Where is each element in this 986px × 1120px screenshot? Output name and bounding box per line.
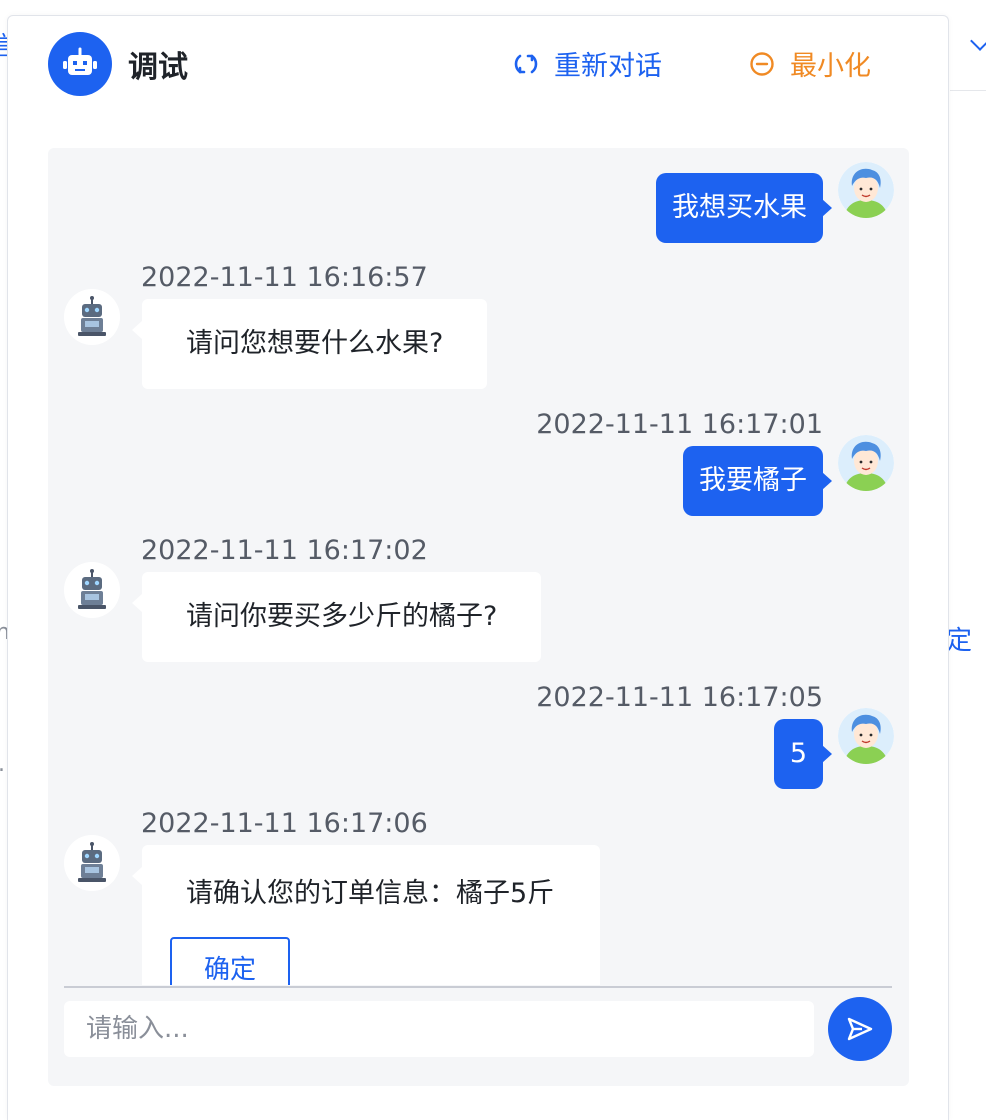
composer-divider <box>64 986 892 988</box>
debug-chat-panel: 调试 重新对话 最小化 我想买水果 2022-11-11 16:16:57 请问… <box>7 15 949 1120</box>
minus-circle-icon <box>748 50 776 78</box>
user-avatar <box>838 435 894 491</box>
restart-conversation-label: 重新对话 <box>554 51 662 82</box>
message-timestamp: 2022-11-11 16:17:01 <box>536 409 823 440</box>
robot-icon <box>48 32 112 96</box>
user-message-bubble: 我要橘子 <box>683 446 832 516</box>
minimize-button[interactable]: 最小化 <box>748 44 871 83</box>
user-message-bubble: 我想买水果 <box>656 173 832 243</box>
background-text-fragment: 定 <box>946 626 973 656</box>
send-icon <box>847 1017 873 1041</box>
background-text-fragment: . <box>0 752 5 777</box>
bot-avatar <box>64 289 120 345</box>
panel-header: 调试 重新对话 最小化 <box>8 16 948 112</box>
bot-message-bubble: 请确认您的订单信息：橘子5斤 确定 <box>132 845 600 985</box>
refresh-icon <box>512 50 540 78</box>
message-list[interactable]: 我想买水果 2022-11-11 16:16:57 请问您想要什么水果? 202… <box>48 148 909 985</box>
bot-avatar <box>64 562 120 618</box>
message-input[interactable] <box>64 1001 814 1057</box>
user-message-bubble: 5 <box>773 719 833 789</box>
background-divider <box>950 90 986 91</box>
bot-message-bubble: 请问您想要什么水果? <box>131 299 488 389</box>
message-timestamp: 2022-11-11 16:17:02 <box>141 535 428 566</box>
bot-message-bubble: 请问你要买多少斤的橘子? <box>131 572 542 662</box>
panel-title: 调试 <box>128 50 188 85</box>
minimize-label: 最小化 <box>790 51 871 82</box>
message-timestamp: 2022-11-11 16:17:05 <box>536 682 823 713</box>
message-timestamp: 2022-11-11 16:16:57 <box>141 262 428 293</box>
message-timestamp: 2022-11-11 16:17:06 <box>141 808 428 839</box>
bot-avatar <box>64 835 120 891</box>
bot-message-text: 请确认您的订单信息：橘子5斤 <box>186 878 555 909</box>
restart-conversation-button[interactable]: 重新对话 <box>512 44 662 83</box>
confirm-order-button[interactable]: 确定 <box>170 937 290 985</box>
chat-area: 我想买水果 2022-11-11 16:16:57 请问您想要什么水果? 202… <box>48 148 909 1086</box>
background-chevron-icon <box>970 31 986 51</box>
user-avatar <box>838 708 894 764</box>
send-button[interactable] <box>828 997 892 1061</box>
user-avatar <box>838 162 894 218</box>
